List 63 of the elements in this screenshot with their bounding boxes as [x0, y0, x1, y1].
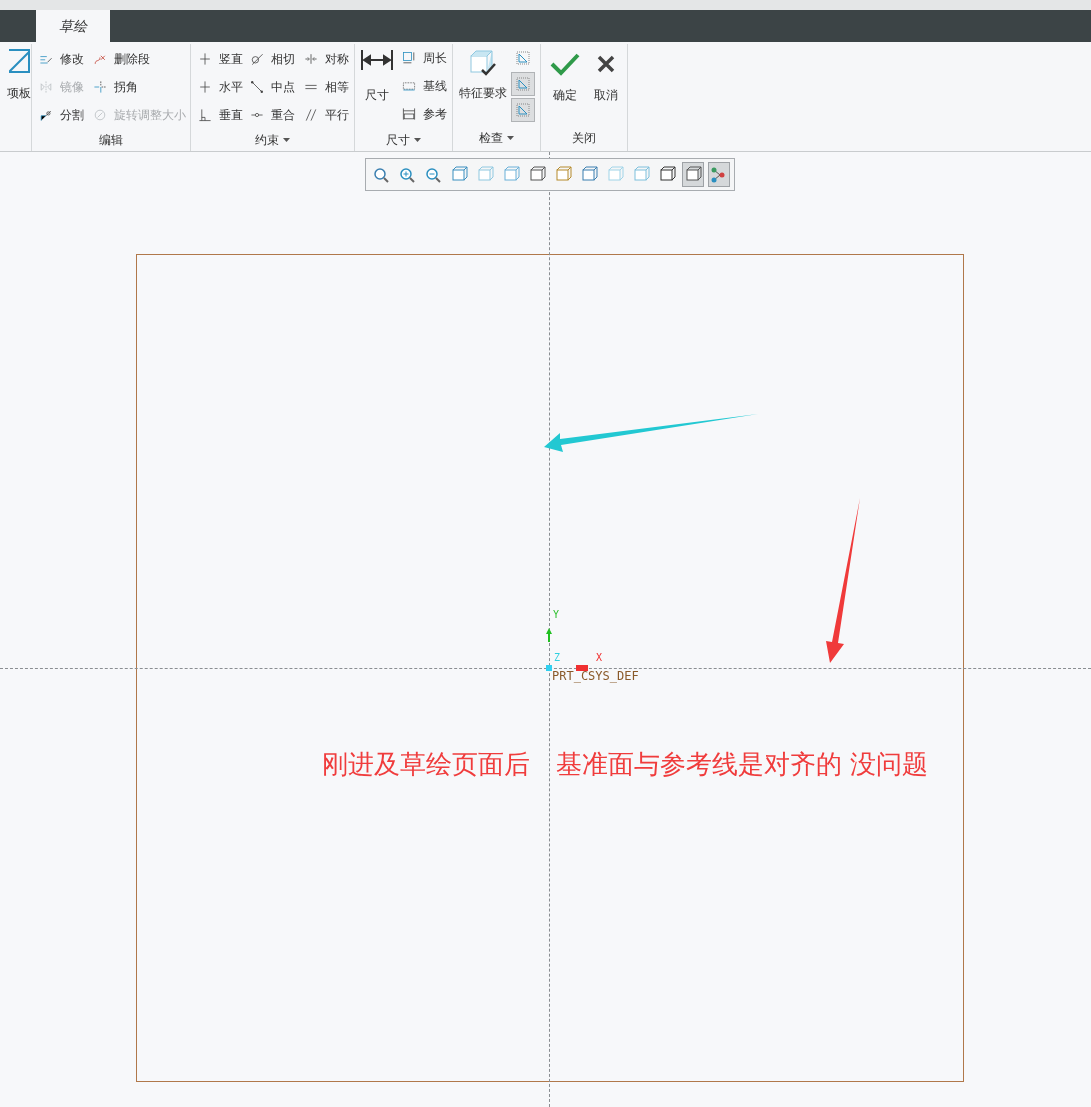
- ribbon-tool-button[interactable]: 平行: [303, 101, 353, 129]
- axis-label: Z: [554, 653, 561, 663]
- reference-dimension-icon: [401, 106, 417, 122]
- group-menu-button[interactable]: 尺寸: [386, 130, 421, 149]
- palette-button[interactable]: 项板: [7, 84, 31, 102]
- group-label: 编辑: [99, 132, 123, 149]
- origin-marker-icon: [546, 665, 552, 671]
- caret-icon: [507, 136, 514, 140]
- cancel-button[interactable]: 取消: [594, 44, 618, 125]
- inspect-toggle-button[interactable]: [511, 72, 535, 96]
- triangle-grid-icon: [515, 50, 531, 66]
- caret-icon: [283, 138, 290, 142]
- zoom-out-icon: [424, 165, 442, 184]
- triangle-grid-icon: [515, 102, 531, 118]
- view-toolbar-button[interactable]: [682, 162, 704, 187]
- zoom-in-icon: [398, 165, 416, 184]
- ribbon-tool-button[interactable]: 对称: [303, 45, 353, 73]
- annotation-text: 刚进及草绘页面后 基准面与参考线是对齐的 没问题: [322, 748, 929, 781]
- dimension-button[interactable]: 尺寸: [361, 44, 393, 128]
- group-label: 关闭: [572, 130, 596, 147]
- view-toolbar-button[interactable]: [708, 162, 730, 187]
- ribbon-tool-button[interactable]: 分割: [38, 101, 92, 129]
- horizontal-icon: [197, 79, 213, 95]
- cube-check-icon: [468, 48, 498, 78]
- perimeter-icon: [401, 50, 417, 66]
- midpoint-icon: [249, 79, 265, 95]
- ok-button[interactable]: 确定: [550, 44, 580, 125]
- ribbon-tool-button[interactable]: 垂直: [197, 101, 249, 129]
- ribbon-tool-button[interactable]: 相等: [303, 73, 353, 101]
- symmetric-icon: [303, 51, 319, 67]
- perpendicular-icon: [197, 107, 213, 123]
- coordinate-system-label: PRT_CSYS_DEF: [552, 670, 639, 682]
- refit-icon: [372, 165, 390, 184]
- mirror-icon: [38, 79, 54, 95]
- ribbon-tool-button[interactable]: 竖直: [197, 45, 249, 73]
- corner-icon: [92, 79, 108, 95]
- group-menu-button[interactable]: 约束: [255, 131, 290, 149]
- axis-label: X: [596, 653, 603, 663]
- ribbon-tool-button[interactable]: 周长: [401, 44, 447, 72]
- triangle-grid-icon: [515, 76, 531, 92]
- ribbon-tool-button[interactable]: 删除段: [92, 45, 192, 73]
- ribbon-tool-button[interactable]: 中点: [249, 73, 303, 101]
- checkmark-icon: [550, 52, 580, 76]
- ribbon-tool-button[interactable]: 修改: [38, 45, 92, 73]
- group-menu-button[interactable]: 检查: [479, 129, 514, 147]
- tangent-icon: [249, 51, 265, 67]
- parallel-icon: [303, 107, 319, 123]
- feature-requirements-button[interactable]: 特征要求: [459, 44, 507, 125]
- axis-label: Y: [553, 610, 560, 620]
- dimension-arrow-icon: [361, 50, 393, 70]
- ribbon-tool-button[interactable]: 重合: [249, 101, 303, 129]
- ribbon-tool-button[interactable]: 基线: [401, 72, 447, 100]
- ribbon-tool-button[interactable]: 水平: [197, 73, 249, 101]
- y-axis-arrow-icon: [546, 628, 552, 642]
- ribbon-tool-button[interactable]: 参考: [401, 100, 447, 128]
- palette-icon: [9, 48, 31, 76]
- ribbon-tool-button[interactable]: 拐角: [92, 73, 192, 101]
- caret-icon: [414, 137, 421, 142]
- inspect-toggle-button[interactable]: [511, 98, 535, 122]
- vertical-icon: [197, 51, 213, 67]
- ribbon-tool-button[interactable]: 相切: [249, 45, 303, 73]
- x-axis-marker-icon: [576, 665, 588, 671]
- ribbon-tab[interactable]: 草绘: [36, 10, 110, 42]
